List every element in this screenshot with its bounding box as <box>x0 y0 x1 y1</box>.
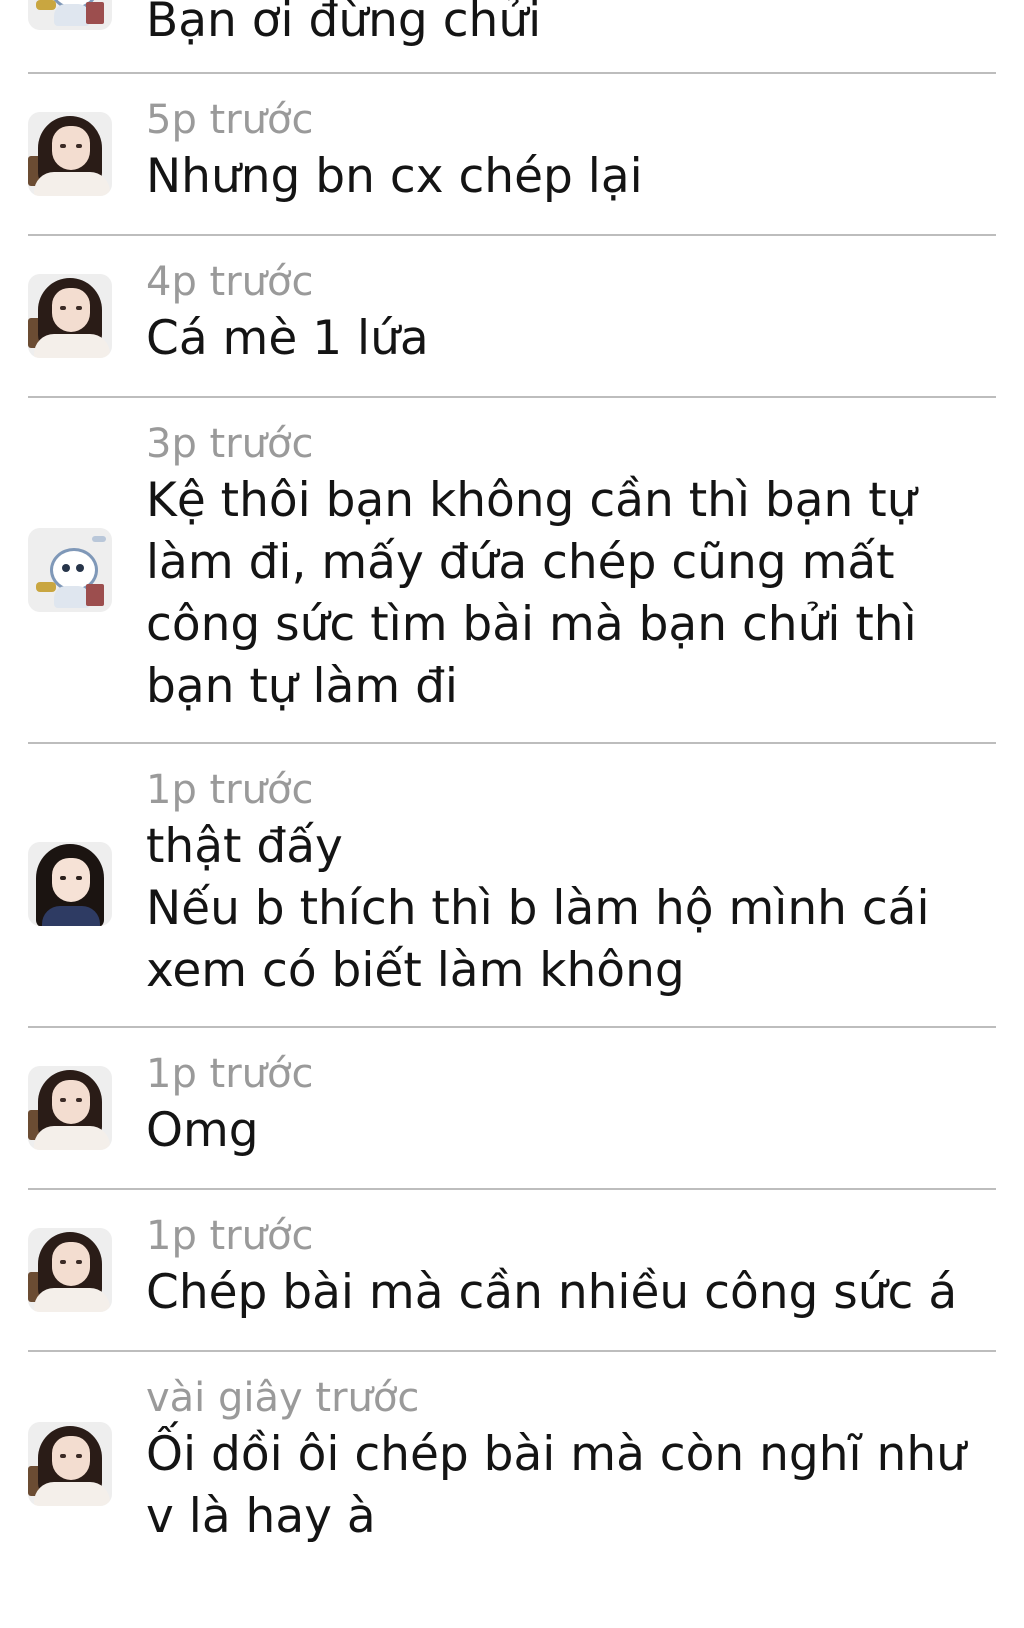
comment-text: Ối dồi ôi chép bài mà còn nghĩ như v là … <box>146 1427 966 1544</box>
comment-timestamp: 1p trước <box>146 1213 314 1259</box>
comment-timestamp: 5p trước <box>146 97 314 143</box>
avatar[interactable] <box>28 528 112 612</box>
comment-item: 1p trước Omg <box>28 1028 996 1190</box>
comment-timestamp: 1p trước <box>146 767 314 813</box>
comment-text: Kệ thôi bạn không cần thì bạn tự làm đi,… <box>146 473 917 714</box>
comment-item: 1p trước Chép bài mà cần nhiều công sức … <box>28 1190 996 1352</box>
comment-timestamp: 3p trước <box>146 421 314 467</box>
comment-item: Bạn ơi đừng chửi <box>28 0 996 74</box>
avatar[interactable] <box>28 1422 112 1506</box>
avatar[interactable] <box>28 274 112 358</box>
comment-item: 5p trước Nhưng bn cx chép lại <box>28 74 996 236</box>
avatar[interactable] <box>28 0 112 30</box>
comment-text: thật đấy Nếu b thích thì b làm hộ mình c… <box>146 819 930 998</box>
comment-timestamp: 1p trước <box>146 1051 314 1097</box>
comment-text: Chép bài mà cần nhiều công sức á <box>146 1265 958 1320</box>
avatar[interactable] <box>28 842 112 926</box>
comment-text: Bạn ơi đừng chửi <box>146 0 542 48</box>
avatar[interactable] <box>28 112 112 196</box>
comment-timestamp: 4p trước <box>146 259 314 305</box>
comment-item: 1p trước thật đấy Nếu b thích thì b làm … <box>28 744 996 1028</box>
avatar[interactable] <box>28 1228 112 1312</box>
comment-timestamp: vài giây trước <box>146 1375 420 1421</box>
comment-item: vài giây trước Ối dồi ôi chép bài mà còn… <box>28 1352 996 1584</box>
comment-feed: Bạn ơi đừng chửi 5p trước Nhưng bn cx ch… <box>0 0 1024 1584</box>
comment-text: Omg <box>146 1103 259 1158</box>
comment-item: 4p trước Cá mè 1 lứa <box>28 236 996 398</box>
comment-text: Cá mè 1 lứa <box>146 311 429 366</box>
comment-item: 3p trước Kệ thôi bạn không cần thì bạn t… <box>28 398 996 744</box>
avatar[interactable] <box>28 1066 112 1150</box>
comment-text: Nhưng bn cx chép lại <box>146 149 643 204</box>
